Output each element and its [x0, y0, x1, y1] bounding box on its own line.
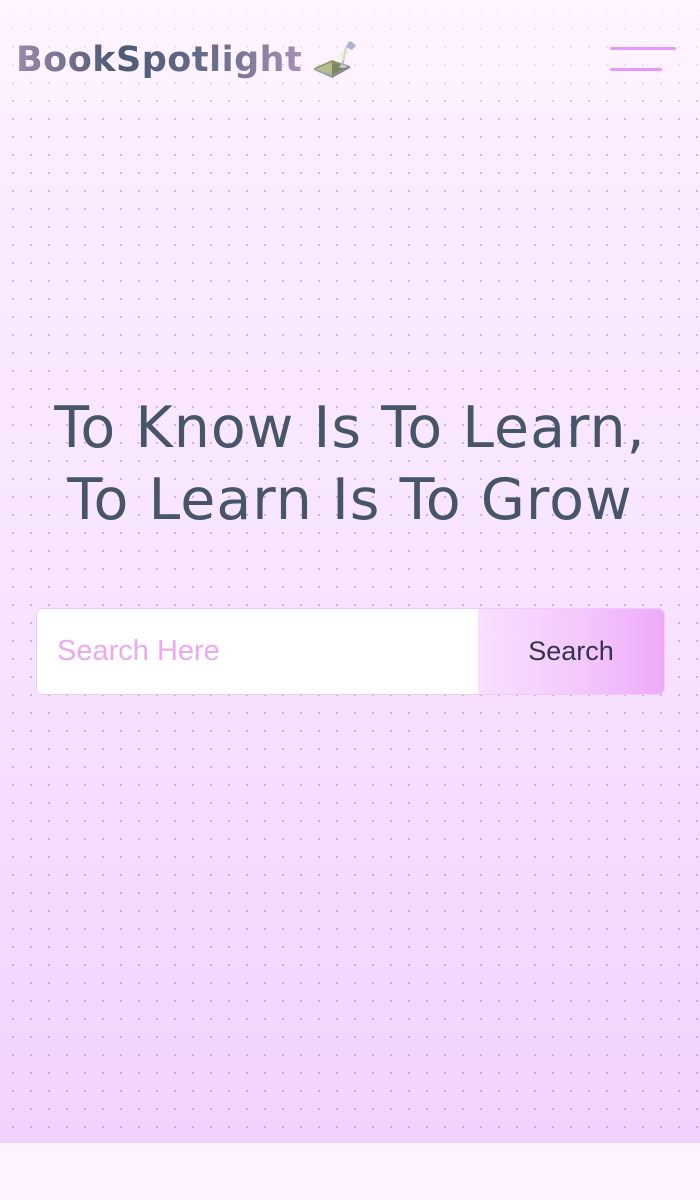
hero-headline: To Know Is To Learn, To Learn Is To Grow [0, 392, 700, 536]
navbar: BookSpotlight [0, 0, 700, 120]
reading-lamp-book-icon [314, 41, 357, 78]
hero-section: BookSpotlight To Know Is To Learn, To Le… [0, 0, 700, 1143]
search-input[interactable] [37, 609, 478, 694]
headline-line-1: To Know Is To Learn, [54, 395, 646, 461]
footer-strip [0, 1143, 700, 1200]
hamburger-menu-icon[interactable] [608, 44, 676, 78]
menu-bar-top [610, 47, 676, 50]
menu-bar-bottom [610, 68, 662, 71]
brand-name: BookSpotlight [16, 40, 303, 80]
search-button[interactable]: Search [478, 609, 664, 694]
search-form: Search [37, 609, 664, 694]
headline-line-2: To Learn Is To Grow [67, 467, 633, 533]
brand-logo[interactable]: BookSpotlight [16, 38, 358, 82]
